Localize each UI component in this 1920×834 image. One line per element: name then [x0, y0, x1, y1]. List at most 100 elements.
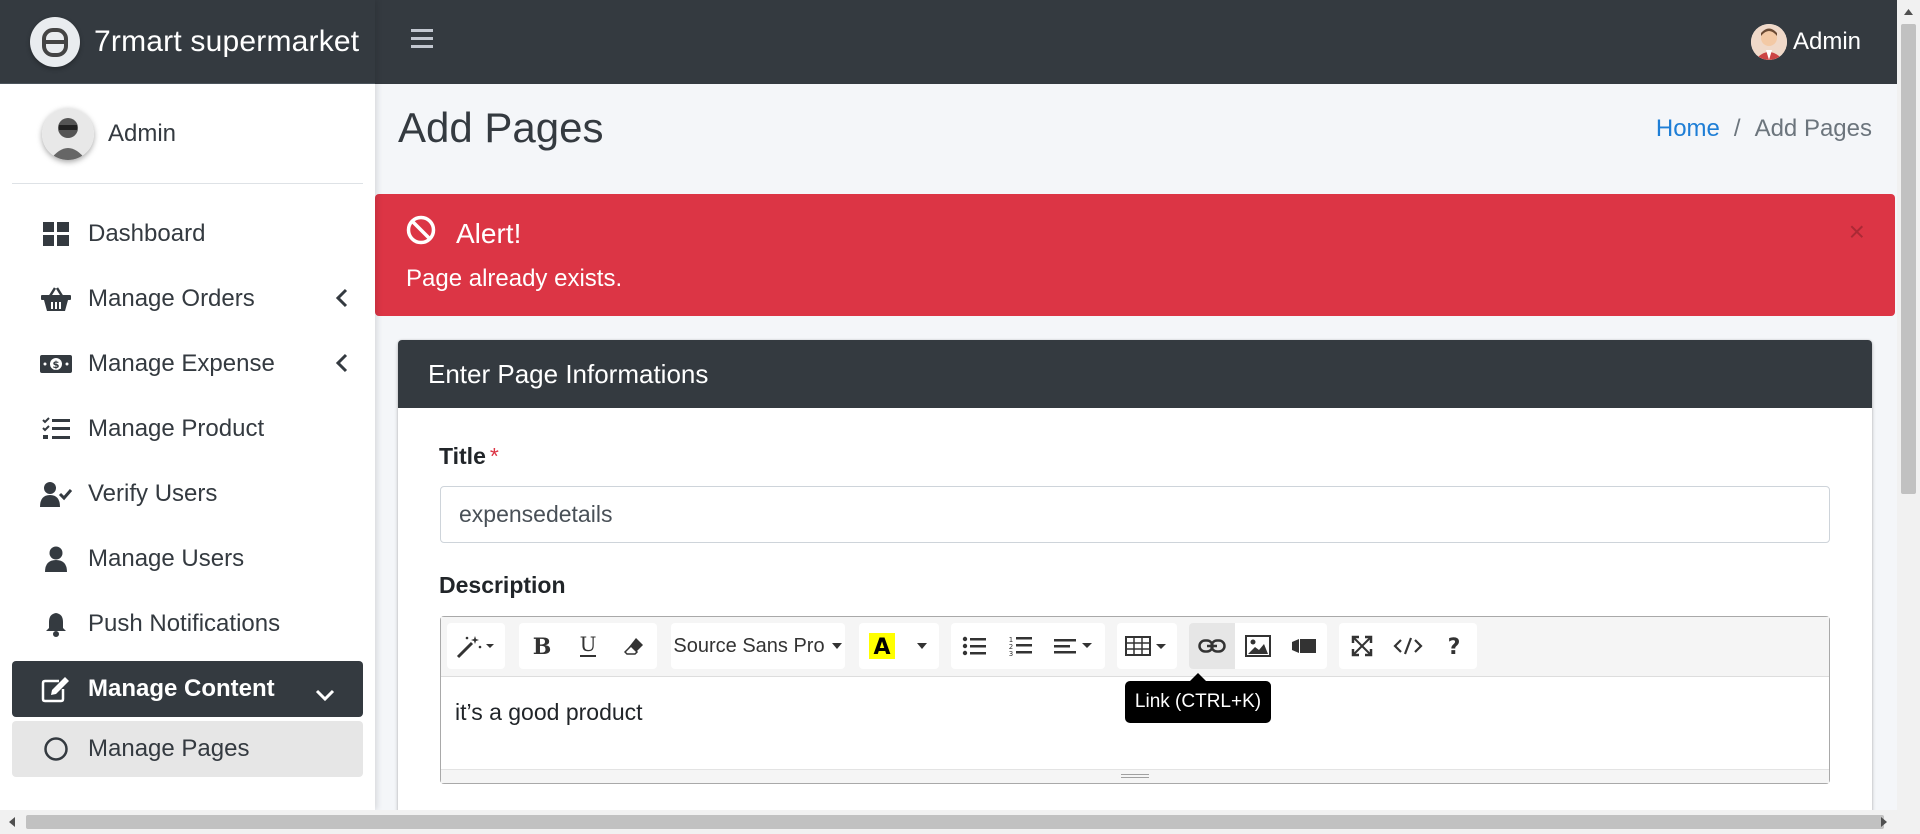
alert-message: Page already exists. [406, 265, 623, 292]
font-name-group: Source Sans Pro [671, 623, 845, 669]
hamburger-menu-icon[interactable] [410, 28, 436, 50]
alert-danger: Alert! Page already exists. × [375, 194, 1895, 316]
resize-grip-icon [1121, 774, 1149, 778]
title-input[interactable] [440, 486, 1830, 543]
editor-toolbar: B U Source Sans Pro A 1 2 3 ? [441, 617, 1829, 677]
user-icon [40, 544, 72, 574]
description-label: Description [439, 572, 566, 598]
align-dropdown-icon[interactable] [1043, 623, 1105, 669]
title-label: Title * [439, 443, 499, 470]
sidebar-item-label: Verify Users [88, 480, 218, 507]
svg-text:U: U [580, 633, 597, 656]
editor-content[interactable]: it’s a good product [455, 699, 643, 726]
sidebar-item-manage-pages[interactable]: Manage Pages [12, 721, 363, 777]
insert-group [1189, 623, 1327, 669]
style-group [447, 623, 505, 669]
breadcrumb-separator: / [1733, 115, 1741, 142]
sidebar-item-manage-expense[interactable]: $ Manage Expense [12, 336, 363, 392]
table-icon[interactable] [1117, 623, 1177, 669]
video-icon[interactable] [1281, 623, 1327, 669]
svg-text:$: $ [53, 360, 60, 371]
scroll-up-arrow-icon [1904, 9, 1913, 15]
ordered-list-icon[interactable]: 123 [997, 623, 1043, 669]
sidebar-item-label: Manage Expense [88, 350, 275, 377]
svg-text:?: ? [1448, 635, 1461, 658]
unordered-list-icon[interactable] [951, 623, 997, 669]
scroll-left-arrow-icon [9, 817, 15, 827]
color-dropdown-caret-icon[interactable] [905, 623, 939, 669]
link-tooltip: Link (CTRL+K) [1125, 673, 1271, 723]
eraser-icon[interactable] [611, 623, 657, 669]
scroll-right-arrow-icon [1881, 817, 1887, 827]
editor-resize-bar[interactable] [441, 769, 1829, 783]
font-name-dropdown[interactable]: Source Sans Pro [671, 623, 845, 669]
vertical-scroll-thumb[interactable] [1901, 24, 1916, 494]
edit-icon [40, 674, 72, 704]
sidebar-item-manage-product[interactable]: Manage Product [12, 401, 363, 457]
tasks-icon [40, 414, 72, 444]
svg-text:A: A [873, 635, 890, 659]
card-header: Enter Page Informations [398, 340, 1872, 408]
sidebar-item-label: Manage Users [88, 545, 245, 572]
vertical-scrollbar[interactable] [1897, 0, 1920, 810]
sidebar-item-manage-users[interactable]: Manage Users [12, 531, 363, 587]
dashboard-icon [40, 219, 72, 249]
brand-link[interactable]: 7rmart supermarket [0, 0, 375, 84]
horizontal-scroll-thumb[interactable] [26, 815, 1884, 829]
svg-text:3: 3 [1009, 650, 1013, 657]
sidebar-item-verify-users[interactable]: Verify Users [12, 466, 363, 522]
table-group [1117, 623, 1177, 669]
help-icon[interactable]: ? [1431, 623, 1477, 669]
top-user-name: Admin [1792, 28, 1861, 55]
bell-icon [40, 609, 72, 639]
bold-icon[interactable]: B [519, 623, 565, 669]
chevron-left-icon [335, 287, 349, 315]
circle-icon [40, 734, 72, 764]
user-check-icon [40, 479, 72, 509]
alert-close-button[interactable]: × [1849, 218, 1865, 246]
user-panel[interactable]: Admin [12, 84, 363, 184]
chevron-left-icon [335, 352, 349, 380]
sidebar-item-manage-orders[interactable]: Manage Orders [12, 271, 363, 327]
sidebar: 7rmart supermarket Admin Dashboard Manag… [0, 0, 375, 810]
underline-icon[interactable]: U [565, 623, 611, 669]
color-group: A [859, 623, 939, 669]
sidebar-user-name: Admin [108, 119, 177, 147]
image-icon[interactable] [1235, 623, 1281, 669]
page-form-card: Enter Page Informations Title* Descripti… [398, 340, 1872, 820]
sidebar-item-label: Manage Pages [88, 735, 250, 762]
ban-icon [405, 214, 437, 251]
sidebar-item-dashboard[interactable]: Dashboard [12, 206, 363, 262]
magic-style-icon[interactable] [447, 623, 505, 669]
breadcrumb-current: Add Pages [1754, 115, 1872, 142]
font-style-group: B U [519, 623, 657, 669]
text-color-icon[interactable]: A [859, 623, 905, 669]
caret-down-icon [831, 643, 842, 649]
svg-text:B: B [533, 634, 552, 658]
sidebar-item-label: Manage Content [88, 675, 275, 702]
page-title: Add Pages [398, 104, 604, 151]
link-icon[interactable] [1189, 623, 1235, 669]
brand-text: 7rmart supermarket [94, 24, 360, 58]
breadcrumb-home-link[interactable]: Home [1656, 115, 1720, 143]
brand-logo-icon [30, 16, 80, 67]
top-user-avatar [1750, 24, 1787, 60]
breadcrumb: Home / Add Pages [1656, 115, 1872, 143]
fullscreen-icon[interactable] [1339, 623, 1385, 669]
code-view-icon[interactable] [1385, 623, 1431, 669]
chevron-down-icon [315, 681, 335, 709]
font-name-label: Source Sans Pro [673, 634, 825, 657]
sidebar-item-label: Manage Orders [88, 285, 255, 312]
money-bill-icon: $ [40, 349, 72, 379]
user-avatar [42, 107, 94, 160]
top-user-menu[interactable]: Admin [1750, 24, 1861, 60]
title-label-text: Title [439, 443, 486, 469]
paragraph-group: 123 [951, 623, 1105, 669]
horizontal-scrollbar[interactable] [0, 810, 1920, 834]
sidebar-item-label: Manage Product [88, 415, 265, 442]
sidebar-item-push-notifications[interactable]: Push Notifications [12, 596, 363, 652]
alert-title: Alert! [456, 218, 522, 249]
required-mark: * [489, 443, 499, 469]
sidebar-item-label: Push Notifications [88, 610, 281, 637]
sidebar-item-manage-content[interactable]: Manage Content [12, 661, 363, 717]
